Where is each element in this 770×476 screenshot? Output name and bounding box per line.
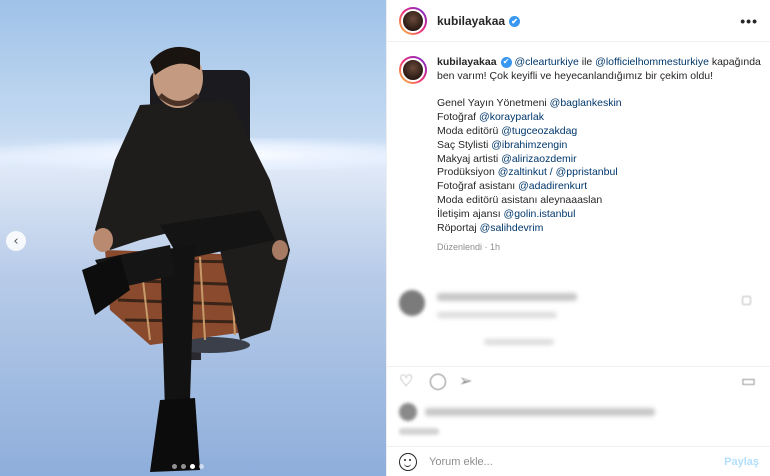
more-icon[interactable]: ••• [740,13,758,29]
share-icon[interactable]: ➢ [459,371,477,390]
post-date-blurred [399,428,439,435]
mention-link[interactable]: @golin.istanbul [504,208,576,220]
mention-link[interactable]: @alirizaozdemir [501,153,576,165]
mention-link[interactable]: @ibrahimzengin [491,139,567,151]
heart-icon[interactable]: ♡ [399,371,417,390]
caption-text: kubilayakaa ✔ @clearturkiye ile @lofficie… [437,56,761,255]
carousel-prev-button[interactable]: ‹ [6,231,26,251]
caption-timestamp: Düzenlendi · 1h [437,242,501,253]
comment-avatar[interactable] [399,290,425,316]
caption-conj: ile [578,56,596,68]
comment-input[interactable] [429,455,725,468]
credit-line: Fotoğraf asistanı @adadirenkurt [437,180,588,193]
post-button[interactable]: Paylaş [724,456,759,468]
credit-line: Moda editörü asistanı aleynaaaslan [437,193,603,206]
credit-line: Makyaj artisti @alirizaozdemir [437,152,577,165]
carousel-dot-active[interactable] [190,464,195,469]
mention-link[interactable]: @adadirenkurt [518,180,587,192]
comment-meta-blurred [437,312,557,318]
carousel-dots [172,464,204,469]
likes-blurred [399,400,759,424]
caption: kubilayakaa ✔ @clearturkiye ile @lofficie… [399,56,761,255]
post-photo: ‹ [0,0,386,476]
credit-line: Genel Yayın Yönetmeni @baglankeskin [437,97,622,110]
comment-like-icon[interactable] [742,296,751,305]
carousel-dot[interactable] [172,464,177,469]
post-header: kubilayakaa ✔ ••• [387,0,770,42]
comment-text-blurred [437,293,577,301]
likes-avatar [399,403,417,421]
mention-link[interactable]: @salihdevrim [480,222,544,234]
comment-icon[interactable]: ◯ [429,371,447,390]
view-replies-blurred[interactable] [484,339,554,345]
verified-icon: ✔ [509,15,521,27]
likes-text-blurred[interactable] [425,408,655,416]
comment-box: Paylaş [387,446,770,476]
emoji-icon[interactable] [399,452,417,471]
mention-link[interactable]: @baglankeskin [550,97,622,109]
credit-line: Prodüksiyon @zaltinkut / @ppristanbul [437,166,618,179]
credit-line: İletişim ajansı @golin.istanbul [437,207,576,220]
mention-link[interactable]: @zaltinkut / @ppristanbul [498,166,618,178]
bookmark-icon[interactable]: ▭ [741,371,759,390]
post-side-panel: kubilayakaa ✔ ••• kubilayakaa ✔ @clearturk… [386,0,770,476]
credit-line: Saç Stylisti @ibrahimzengin [437,138,568,151]
credits-list: Genel Yayın Yönetmeni @baglankeskin Foto… [437,97,761,235]
action-bar: ♡ ◯ ➢ ▭ [387,366,770,394]
person-on-chair-image [82,46,290,472]
carousel-dot[interactable] [199,464,204,469]
caption-avatar[interactable] [399,56,427,84]
username-link[interactable]: kubilayakaa ✔ [437,14,521,28]
caption-username[interactable]: kubilayakaa [437,56,497,68]
mention-link[interactable]: @tugceozakdag [501,125,577,137]
verified-icon: ✔ [500,56,512,68]
mention-link[interactable]: @korayparlak [479,111,544,123]
credit-line: Röportaj @salihdevrim [437,221,544,234]
mention-link[interactable]: @lofficielhommesturkiye [595,56,709,68]
mention-link[interactable]: @clearturkiye [514,56,578,68]
credit-line: Fotoğraf @korayparlak [437,111,544,124]
carousel-dot[interactable] [181,464,186,469]
credit-line: Moda editörü @tugceozakdag [437,124,578,137]
avatar[interactable] [399,6,427,35]
